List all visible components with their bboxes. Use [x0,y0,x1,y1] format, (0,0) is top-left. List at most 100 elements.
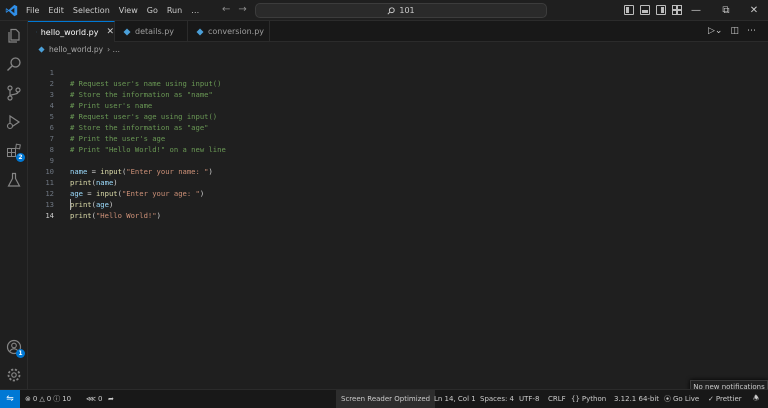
token-paren: ) [156,211,161,220]
activity-bar: 2 1 [0,21,28,389]
error-count: 0 [32,395,38,403]
end-of-line[interactable]: CRLF [548,390,566,408]
tab-label: hello_world.py [40,27,99,37]
prettier-status[interactable]: ✓ Prettier [708,390,742,408]
screen-reader-status[interactable]: Screen Reader Optimized [336,390,436,408]
check-double-icon: ✓ [708,395,714,403]
forward-arrow-icon[interactable]: → [238,4,246,15]
info-count: 10 [62,395,72,403]
code-line: 6 # Print the user's age [28,111,768,143]
code-line: 2 # Store the information as "name" [28,67,768,99]
remote-window-icon[interactable]: ⇋ [0,390,20,408]
search-icon[interactable] [6,56,22,72]
nav-arrows: ← → [222,4,247,15]
python-file-icon [38,45,45,53]
python-file-icon [36,31,37,33]
go-live-label: Go Live [673,395,700,403]
minimize-icon[interactable]: — [688,3,704,17]
accounts-icon[interactable]: 1 [6,339,25,358]
text-cursor [70,199,71,210]
back-arrow-icon[interactable]: ← [222,4,230,15]
warning-count: 0 [46,395,52,403]
close-tab-icon[interactable]: ✕ [106,27,114,37]
search-icon [387,6,396,15]
problems-indicator[interactable]: ⊗ 0 △ 0 ⓘ 10 [25,390,71,408]
menu-more[interactable]: … [191,6,199,15]
menu-view[interactable]: View [119,6,138,15]
go-live-button[interactable]: ⦿ Go Live [664,390,699,408]
source-control-icon[interactable] [6,85,22,101]
customize-layout-icon[interactable] [672,5,682,15]
notifications-bell-icon[interactable]: 🕭 [753,390,759,408]
line-number: 14 [45,211,54,220]
more-actions-icon[interactable]: ⋯ [747,26,756,36]
search-text: 101 [399,6,415,15]
code-line: 7 # Print "Hello World!" on a new line [28,122,768,154]
layout-controls [624,5,682,15]
braces-icon: {} [571,395,580,403]
code-line: 12 print(age) [28,177,768,209]
python-interpreter[interactable]: 3.12.1 64-bit [614,390,659,408]
toggle-secondary-sidebar-icon[interactable] [656,5,666,15]
extensions-badge: 2 [16,153,25,162]
split-editor-icon[interactable]: ◫ [730,26,739,36]
breadcrumb-more[interactable]: › … [107,45,120,54]
menu-go[interactable]: Go [147,6,158,15]
vscode-logo-icon[interactable] [5,4,18,17]
indentation[interactable]: Spaces: 4 [480,390,514,408]
ports-icon: ⋘ [86,395,96,403]
extensions-icon[interactable]: 2 [6,143,25,162]
breadcrumb-file[interactable]: hello_world.py [49,45,103,54]
toggle-primary-sidebar-icon[interactable] [624,5,634,15]
code-line: 4 # Request user's age using input() [28,89,768,121]
code-line: 9 name = input("Enter your name: ") [28,144,768,176]
accounts-badge: 1 [16,349,25,358]
language-mode[interactable]: {} Python [571,390,606,408]
broadcast-icon: ⦿ [664,395,671,403]
code-line-current: 14 [28,199,768,220]
menu-file[interactable]: File [26,6,39,15]
testing-flask-icon[interactable] [6,172,22,188]
tab-conversion[interactable]: conversion.py [188,21,270,42]
tab-hello-world[interactable]: hello_world.py ✕ [28,21,115,42]
warning-icon: △ [39,395,45,403]
code-line: 13 print("Hello World!") [28,188,768,220]
code-editor[interactable]: 1 # Request user's name using input() 2 … [28,55,768,389]
command-center-search[interactable]: 101 [255,3,547,18]
title-bar: File Edit Selection View Go Run … ← → 10… [0,0,768,21]
close-window-icon[interactable]: ✕ [746,3,762,17]
code-statement: print("Hello World!") [70,210,161,221]
encoding[interactable]: UTF-8 [519,390,539,408]
code-line: 11 age = input("Enter your age: ") [28,166,768,198]
run-debug-icon[interactable] [6,114,22,130]
cursor-position[interactable]: Ln 14, Col 1 [434,390,476,408]
ports-count: 0 [97,395,103,403]
run-file-icon[interactable]: ▷⌄ [708,26,722,36]
ports-indicator[interactable]: ⋘ 0 [86,390,102,408]
token-string: "Hello World!" [95,211,157,220]
python-file-icon [123,28,131,35]
menu-selection[interactable]: Selection [73,6,110,15]
menu-bar: File Edit Selection View Go Run … [26,0,208,21]
status-bar: ⇋ ⊗ 0 △ 0 ⓘ 10 ⋘ 0 ➦ Screen Reader Optim… [0,389,768,408]
code-line: 3 # Print user's name [28,78,768,110]
editor-tabs: hello_world.py ✕ details.py conversion.p… [28,21,768,42]
restore-icon[interactable]: ⧉ [718,3,734,17]
code-line: 5 # Store the information as "age" [28,100,768,132]
settings-gear-icon[interactable] [6,367,22,383]
code-line: 10 print(name) [28,155,768,187]
prettier-label: Prettier [715,395,742,403]
live-share-icon[interactable]: ➦ [108,390,114,408]
token-function: print [70,211,92,220]
tab-details[interactable]: details.py [115,21,188,42]
info-icon: ⓘ [53,395,61,403]
toggle-panel-icon[interactable] [640,5,650,15]
language-label: Python [581,395,607,403]
error-icon: ⊗ [25,395,31,403]
explorer-icon[interactable] [6,28,22,44]
code-line: 8 [28,133,768,154]
tab-label: details.py [135,27,175,36]
menu-run[interactable]: Run [167,6,182,15]
menu-edit[interactable]: Edit [48,6,64,15]
code-line: 1 # Request user's name using input() [28,56,768,88]
